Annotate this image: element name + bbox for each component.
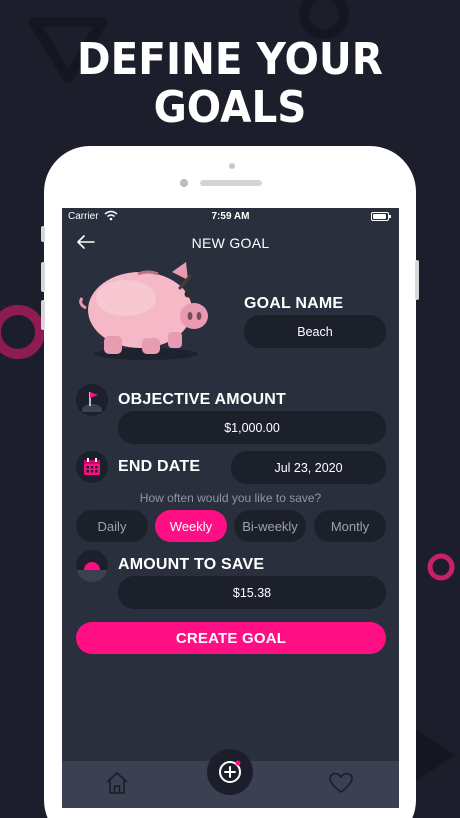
piggy-bank-icon (79, 262, 208, 360)
phone-volume-up (41, 262, 45, 292)
status-bar: Carrier 7:59 AM (62, 208, 399, 226)
app-screen: Carrier 7:59 AM NEW GOAL GOAL NAME Beach (62, 208, 399, 808)
add-goal-icon (219, 760, 241, 783)
headline-line-1: DEFINE YOUR (77, 34, 383, 85)
frequency-option-weekly[interactable]: Weekly (155, 510, 227, 542)
goal-name-field[interactable]: Beach (244, 315, 386, 348)
add-goal-button[interactable] (207, 749, 253, 795)
phone-mute-switch (41, 226, 45, 242)
heart-icon[interactable] (328, 771, 354, 795)
end-date-field[interactable]: Jul 23, 2020 (231, 451, 386, 484)
phone-volume-down (41, 300, 45, 330)
objective-amount-label: OBJECTIVE AMOUNT (118, 391, 286, 408)
create-goal-button[interactable]: CREATE GOAL (76, 622, 386, 654)
sunset-icon (76, 550, 108, 582)
tab-bar (62, 749, 399, 808)
decor-pink-ring-right-icon (427, 553, 455, 581)
headline-line-2: GOALS (153, 82, 307, 133)
frequency-option-bi-weekly[interactable]: Bi-weekly (234, 510, 306, 542)
home-icon[interactable] (104, 770, 130, 796)
amount-to-save-label: AMOUNT TO SAVE (118, 556, 265, 573)
phone-camera (180, 179, 188, 187)
page-title: NEW GOAL (191, 235, 270, 251)
objective-amount-field[interactable]: $1,000.00 (118, 411, 386, 444)
frequency-option-montly[interactable]: Montly (314, 510, 386, 542)
phone-sensor (229, 163, 235, 169)
end-date-label: END DATE (118, 458, 201, 475)
goal-name-label: GOAL NAME (244, 295, 344, 312)
frequency-option-daily[interactable]: Daily (76, 510, 148, 542)
phone-power-button (415, 260, 419, 300)
battery-icon (371, 212, 391, 221)
flag-icon (76, 384, 108, 416)
phone-speaker (200, 180, 262, 186)
frequency-question: How often would you like to save? (139, 491, 322, 505)
clock: 7:59 AM (211, 211, 250, 222)
headline: DEFINE YOUR GOALS (18, 36, 441, 132)
calendar-icon (76, 451, 108, 483)
amount-to-save-field[interactable]: $15.38 (118, 576, 386, 609)
